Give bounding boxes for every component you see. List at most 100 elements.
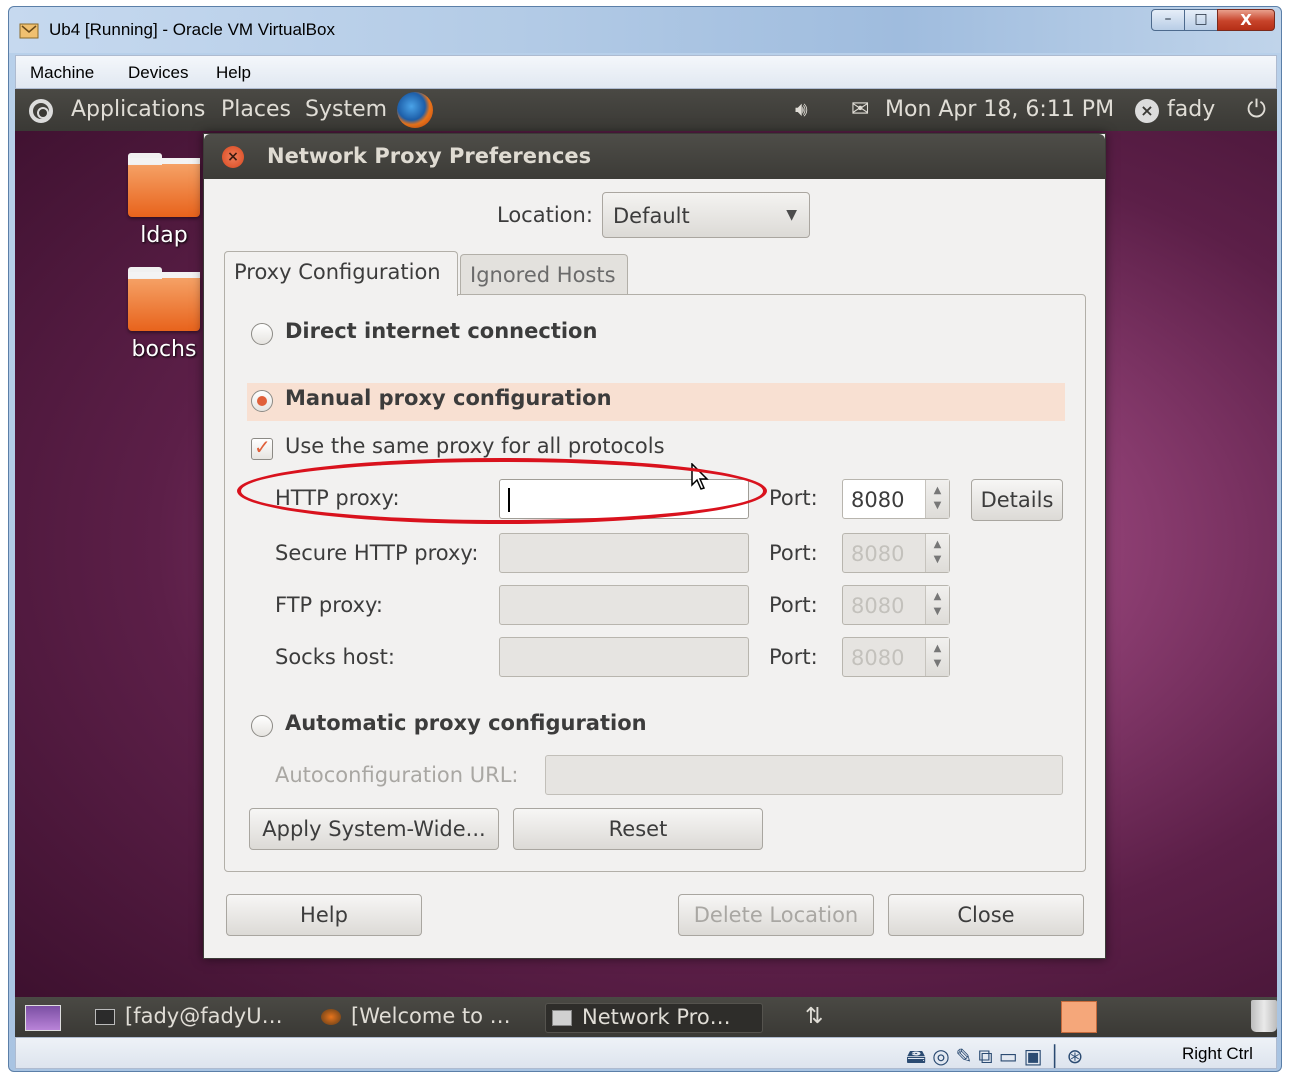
spin-arrows-icon[interactable]: ▲ ▼	[925, 586, 949, 624]
power-icon[interactable]: ⏻	[1247, 95, 1266, 123]
clock[interactable]: Mon Apr 18, 6:11 PM	[885, 97, 1114, 122]
help-button[interactable]: Help	[226, 894, 422, 936]
desktop-folder-ldap[interactable]: ldap	[119, 153, 209, 248]
spin-arrows-icon[interactable]: ▲ ▼	[925, 638, 949, 676]
dialog-title: Network Proxy Preferences	[267, 144, 592, 168]
network-proxy-dialog: × Network Proxy Preferences Location: De…	[203, 133, 1106, 959]
autoconfig-url-input[interactable]	[545, 755, 1063, 795]
location-label: Location:	[497, 203, 593, 227]
network-activity-icon[interactable]: ⇅	[805, 1004, 823, 1029]
spin-arrows-icon[interactable]: ▲ ▼	[925, 480, 949, 518]
vbox-status-bar: 🖴◎✎⧉▭▣│⊛ Right Ctrl	[15, 1037, 1277, 1069]
http-proxy-label: HTTP proxy:	[275, 486, 400, 510]
minimize-icon: –	[1164, 11, 1172, 27]
reset-button[interactable]: Reset	[513, 808, 763, 850]
show-desktop-icon[interactable]	[25, 1005, 61, 1031]
firefox-launcher-icon[interactable]	[397, 92, 433, 128]
ftp-proxy-input[interactable]	[499, 585, 749, 625]
ftp-port-value: 8080	[851, 594, 905, 618]
socks-host-label: Socks host:	[275, 645, 395, 669]
http-proxy-input[interactable]	[499, 479, 749, 519]
manual-proxy-label[interactable]: Manual proxy configuration	[285, 386, 612, 410]
menu-help[interactable]: Help	[216, 63, 251, 83]
mouse-pointer-icon	[691, 463, 709, 490]
task-label: Network Pro…	[582, 1005, 731, 1029]
secure-http-proxy-label: Secure HTTP proxy:	[275, 541, 479, 565]
close-icon: X	[1240, 11, 1252, 29]
proxy-configuration-panel: Direct internet connection Manual proxy …	[224, 294, 1086, 872]
ftp-port-label: Port:	[769, 593, 818, 617]
tab-proxy-configuration[interactable]: Proxy Configuration	[224, 251, 458, 296]
direct-connection-label[interactable]: Direct internet connection	[285, 319, 597, 343]
apply-system-wide-button[interactable]: Apply System-Wide...	[249, 808, 499, 850]
menu-devices[interactable]: Devices	[128, 63, 188, 83]
desktop-icon-label: bochs	[131, 337, 197, 362]
guest-screen[interactable]: Applications Places System 🔊︎ ✉ Mon Apr …	[15, 89, 1277, 1037]
task-terminal[interactable]: [fady@fadyU…	[89, 1003, 301, 1033]
window-titlebar[interactable]: Ub4 [Running] - Oracle VM VirtualBox – □…	[9, 7, 1281, 53]
window-title: Ub4 [Running] - Oracle VM VirtualBox	[49, 20, 335, 39]
window-controls: – □ X	[1151, 9, 1275, 31]
text-cursor	[508, 488, 510, 512]
secure-http-proxy-input[interactable]	[499, 533, 749, 573]
close-window-button[interactable]: X	[1217, 9, 1275, 31]
task-firefox[interactable]: [Welcome to …	[315, 1003, 535, 1033]
task-network-proxy[interactable]: Network Pro…	[545, 1003, 763, 1033]
close-button[interactable]: Close	[888, 894, 1084, 936]
dialog-close-icon[interactable]: ×	[222, 146, 244, 168]
network-icon	[552, 1010, 572, 1026]
menu-places[interactable]: Places	[221, 97, 291, 122]
location-value: Default	[613, 204, 690, 228]
virtualbox-window: Ub4 [Running] - Oracle VM VirtualBox – □…	[8, 6, 1282, 1072]
device-status-icons[interactable]: 🖴◎✎⧉▭▣│⊛	[906, 1042, 1089, 1076]
firefox-icon	[321, 1009, 341, 1025]
socks-host-input[interactable]	[499, 637, 749, 677]
menu-system[interactable]: System	[305, 97, 387, 122]
trash-icon[interactable]	[1251, 1000, 1277, 1032]
mail-icon[interactable]: ✉	[851, 97, 869, 122]
menu-machine[interactable]: Machine	[30, 63, 94, 83]
ftp-proxy-label: FTP proxy:	[275, 593, 383, 617]
menu-applications[interactable]: Applications	[71, 97, 205, 122]
automatic-proxy-label[interactable]: Automatic proxy configuration	[285, 711, 647, 735]
manual-proxy-radio[interactable]	[251, 390, 273, 412]
tab-ignored-hosts[interactable]: Ignored Hosts	[460, 254, 628, 296]
socks-port-stepper[interactable]: 8080 ▲ ▼	[842, 637, 950, 677]
secure-http-port-value: 8080	[851, 542, 905, 566]
folder-icon	[128, 153, 200, 217]
spin-arrows-icon[interactable]: ▲ ▼	[925, 534, 949, 572]
terminal-icon	[95, 1009, 115, 1025]
top-panel: Applications Places System 🔊︎ ✉ Mon Apr …	[15, 89, 1277, 131]
same-proxy-checkbox[interactable]	[251, 435, 273, 460]
socks-port-label: Port:	[769, 645, 818, 669]
same-proxy-label[interactable]: Use the same proxy for all protocols	[285, 434, 665, 458]
workspace-switcher-icon[interactable]	[1061, 1001, 1097, 1033]
details-button[interactable]: Details	[971, 479, 1063, 521]
secure-http-port-stepper[interactable]: 8080 ▲ ▼	[842, 533, 950, 573]
socks-port-value: 8080	[851, 646, 905, 670]
ftp-port-stepper[interactable]: 8080 ▲ ▼	[842, 585, 950, 625]
user-name[interactable]: fady	[1167, 97, 1215, 122]
maximize-button[interactable]: □	[1184, 9, 1218, 31]
user-status-icon[interactable]: ×	[1135, 99, 1159, 123]
minimize-button[interactable]: –	[1151, 9, 1185, 31]
volume-icon[interactable]: 🔊︎	[795, 97, 808, 121]
automatic-proxy-radio[interactable]	[251, 715, 273, 737]
virtualbox-app-icon	[19, 23, 39, 39]
delete-location-button[interactable]: Delete Location	[678, 894, 874, 936]
host-key-indicator: Right Ctrl	[1182, 1044, 1253, 1063]
chevron-down-icon: ▼	[786, 207, 797, 223]
http-port-label: Port:	[769, 486, 818, 510]
folder-icon	[128, 267, 200, 331]
task-label: [Welcome to …	[351, 1004, 511, 1028]
http-port-value: 8080	[851, 488, 905, 512]
bottom-panel: [fady@fadyU… [Welcome to … Network Pro… …	[15, 997, 1277, 1037]
ubuntu-logo-icon[interactable]	[29, 99, 53, 123]
dialog-titlebar[interactable]: × Network Proxy Preferences	[204, 134, 1105, 179]
task-label: [fady@fadyU…	[125, 1004, 283, 1028]
location-dropdown[interactable]: Default ▼	[602, 192, 810, 238]
autoconfig-url-label: Autoconfiguration URL:	[275, 763, 519, 787]
http-port-stepper[interactable]: 8080 ▲ ▼	[842, 479, 950, 519]
desktop-folder-bochs[interactable]: bochs	[119, 267, 209, 362]
direct-connection-radio[interactable]	[251, 323, 273, 345]
